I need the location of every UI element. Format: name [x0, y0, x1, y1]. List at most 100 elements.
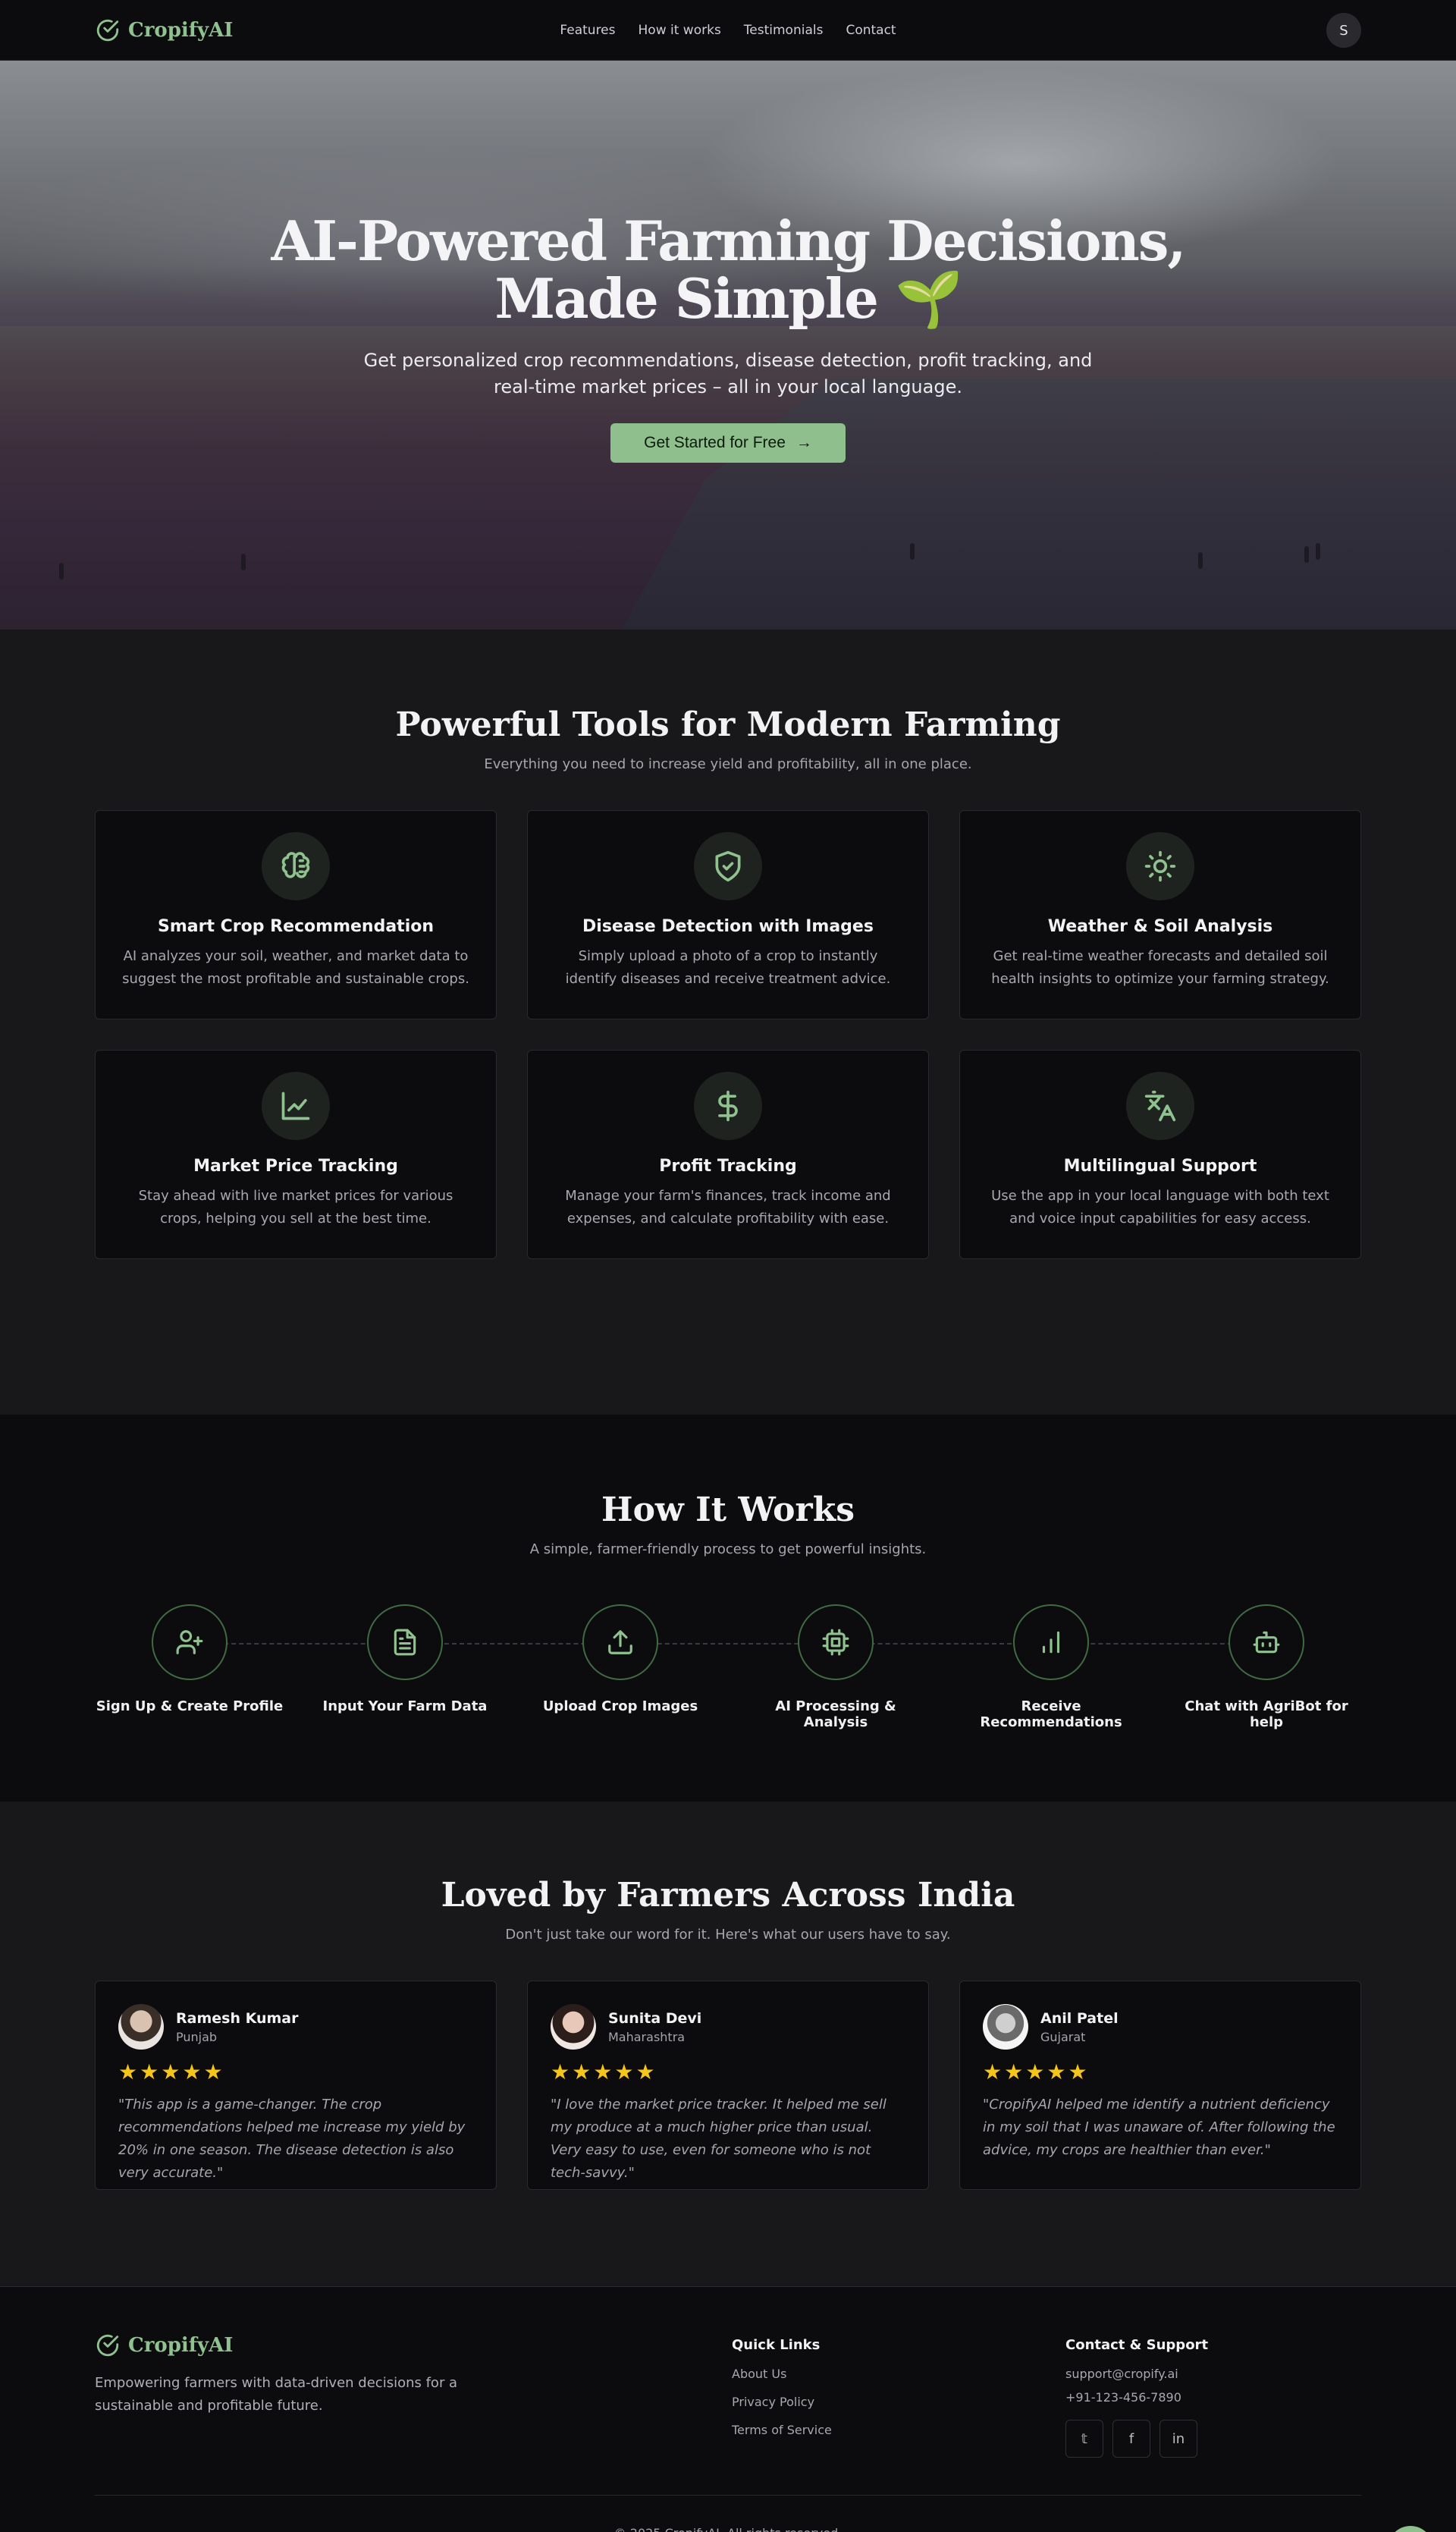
features-subtitle: Everything you need to increase yield an…: [484, 756, 972, 772]
user-avatar-button[interactable]: S: [1326, 13, 1361, 48]
logo[interactable]: CropifyAI: [95, 17, 233, 43]
arrow-right-icon: →: [795, 434, 812, 451]
line-chart-icon: [262, 1072, 330, 1140]
testimonial-quote: "This app is a game-changer. The crop re…: [118, 2097, 466, 2181]
hero-subtitle-line1: Get personalized crop recommendations, d…: [363, 350, 1093, 371]
footer-logo[interactable]: CropifyAI: [95, 2333, 527, 2358]
how-step: Receive Recommendations: [956, 1604, 1146, 1730]
star-icon: ★: [983, 2059, 1003, 2084]
testimonial-quote: "CropifyAI helped me identify a nutrient…: [983, 2097, 1335, 2158]
testimonial-quote: "I love the market price tracker. It hel…: [551, 2097, 886, 2181]
testimonial-card: Ramesh Kumar Punjab ★ ★ ★ ★ ★ "This app is a…: [95, 1981, 497, 2190]
hero-figure: [910, 543, 915, 560]
star-icon: ★: [1004, 2059, 1024, 2084]
hero-subtitle: Get personalized crop recommendations, d…: [0, 347, 1456, 401]
feature-text: Manage your farm's finances, track incom…: [565, 1188, 891, 1227]
feature-title: Profit Tracking: [659, 1157, 797, 1176]
avatar: [118, 2004, 164, 2050]
star-icon: ★: [161, 2059, 180, 2084]
copyright: © 2025 CropifyAI. All rights reserved.: [95, 2495, 1361, 2532]
star-icon: ★: [593, 2059, 613, 2084]
contact-heading: Contact & Support: [1065, 2337, 1209, 2353]
step-label: AI Processing & Analysis: [775, 1698, 896, 1730]
brain-icon: [262, 832, 330, 900]
how-step: Input Your Farm Data: [310, 1604, 500, 1730]
star-rating: ★ ★ ★ ★ ★: [983, 2062, 1338, 2083]
testimonial-location: Gujarat: [1040, 2029, 1086, 2044]
file-text-icon: [367, 1604, 443, 1680]
star-rating: ★ ★ ★ ★ ★: [118, 2062, 473, 2083]
hero-figure: [1304, 546, 1309, 563]
star-icon: ★: [635, 2059, 655, 2084]
testimonial-location: Punjab: [176, 2029, 218, 2044]
star-icon: ★: [182, 2059, 202, 2084]
feature-text: Use the app in your local language with …: [991, 1188, 1329, 1227]
facebook-icon[interactable]: f: [1112, 2420, 1150, 2458]
nav-contact[interactable]: Contact: [846, 23, 896, 38]
testimonial-location: Maharashtra: [608, 2029, 686, 2044]
footer-link-privacy[interactable]: Privacy Policy: [732, 2395, 1058, 2409]
get-started-button[interactable]: Get Started for Free →: [610, 423, 846, 463]
footer-link-terms[interactable]: Terms of Service: [732, 2423, 1058, 2437]
footer-logo-text: CropifyAI: [128, 2334, 234, 2357]
hero-title-line1: AI-Powered Farming Decisions,: [271, 209, 1187, 273]
hero-figure: [241, 554, 246, 570]
sun-icon: [1126, 832, 1194, 900]
nav-features[interactable]: Features: [560, 23, 615, 38]
avatar: [983, 2004, 1028, 2050]
star-icon: ★: [1025, 2059, 1045, 2084]
get-started-label: Get Started for Free: [644, 434, 786, 451]
footer-link-about[interactable]: About Us: [732, 2367, 1058, 2381]
step-label: Input Your Farm Data: [322, 1698, 488, 1714]
testimonial-card: Anil Patel Gujarat ★ ★ ★ ★ ★ "CropifyAI help…: [959, 1981, 1361, 2190]
star-icon: ★: [1046, 2059, 1066, 2084]
star-icon: ★: [203, 2059, 223, 2084]
site-header: CropifyAI Features How it works Testimon…: [0, 0, 1456, 61]
feature-title: Weather & Soil Analysis: [1047, 917, 1273, 936]
testimonial-card: Sunita Devi Maharashtra ★ ★ ★ ★ ★ "I love th…: [527, 1981, 929, 2190]
testimonials-title: Loved by Farmers Across India: [441, 1876, 1015, 1915]
bar-chart-icon: [1013, 1604, 1089, 1680]
quick-links-heading: Quick Links: [732, 2337, 821, 2353]
step-label: Receive Recommendations: [980, 1698, 1122, 1730]
scroll-to-top-button[interactable]: ↑: [1388, 2526, 1433, 2532]
how-it-works-section: How It Works A simple, farmer-friendly p…: [0, 1415, 1456, 1802]
check-circle-icon: [96, 2334, 119, 2357]
feature-card: Disease Detection with Images Simply upl…: [527, 810, 929, 1019]
feature-card: Profit Tracking Manage your farm's finan…: [527, 1050, 929, 1259]
twitter-icon[interactable]: 𝕥: [1065, 2420, 1103, 2458]
avatar: [551, 2004, 596, 2050]
nav-testimonials[interactable]: Testimonials: [744, 23, 824, 38]
feature-card: Weather & Soil Analysis Get real-time we…: [959, 810, 1361, 1019]
how-step: AI Processing & Analysis: [741, 1604, 930, 1730]
hero-title-line2: Made Simple 🌱: [494, 266, 962, 331]
logo-text: CropifyAI: [128, 19, 234, 42]
feature-title: Disease Detection with Images: [582, 917, 874, 936]
hero-title: AI-Powered Farming Decisions, Made Simpl…: [0, 212, 1456, 328]
star-icon: ★: [551, 2059, 570, 2084]
hero-figure: [1198, 552, 1203, 569]
feature-title: Market Price Tracking: [193, 1157, 398, 1176]
testimonials-section: Loved by Farmers Across India Don't just…: [0, 1802, 1456, 2287]
features-section: Powerful Tools for Modern Farming Everyt…: [0, 630, 1456, 1415]
features-title: Powerful Tools for Modern Farming: [395, 705, 1061, 744]
testimonial-name: Ramesh Kumar: [176, 2009, 299, 2027]
linkedin-icon[interactable]: in: [1159, 2420, 1197, 2458]
user-plus-icon: [152, 1604, 228, 1680]
feature-card: Smart Crop Recommendation AI analyzes yo…: [95, 810, 497, 1019]
main-nav: Features How it works Testimonials Conta…: [560, 23, 896, 38]
feature-card: Multilingual Support Use the app in your…: [959, 1050, 1361, 1259]
star-icon: ★: [1068, 2059, 1087, 2084]
nav-how-it-works[interactable]: How it works: [639, 23, 721, 38]
hero-section: AI-Powered Farming Decisions, Made Simpl…: [0, 61, 1456, 630]
bot-icon: [1228, 1604, 1304, 1680]
testimonial-name: Anil Patel: [1040, 2009, 1119, 2027]
step-label: Chat with AgriBot for help: [1185, 1698, 1348, 1730]
feature-card: Market Price Tracking Stay ahead with li…: [95, 1050, 497, 1259]
how-title: How It Works: [601, 1491, 855, 1529]
feature-title: Multilingual Support: [1063, 1157, 1257, 1176]
how-subtitle: A simple, farmer-friendly process to get…: [529, 1541, 927, 1557]
how-step: Sign Up & Create Profile: [95, 1604, 284, 1730]
how-step: Upload Crop Images: [526, 1604, 715, 1730]
contact-email[interactable]: support@cropify.ai: [1065, 2367, 1361, 2381]
